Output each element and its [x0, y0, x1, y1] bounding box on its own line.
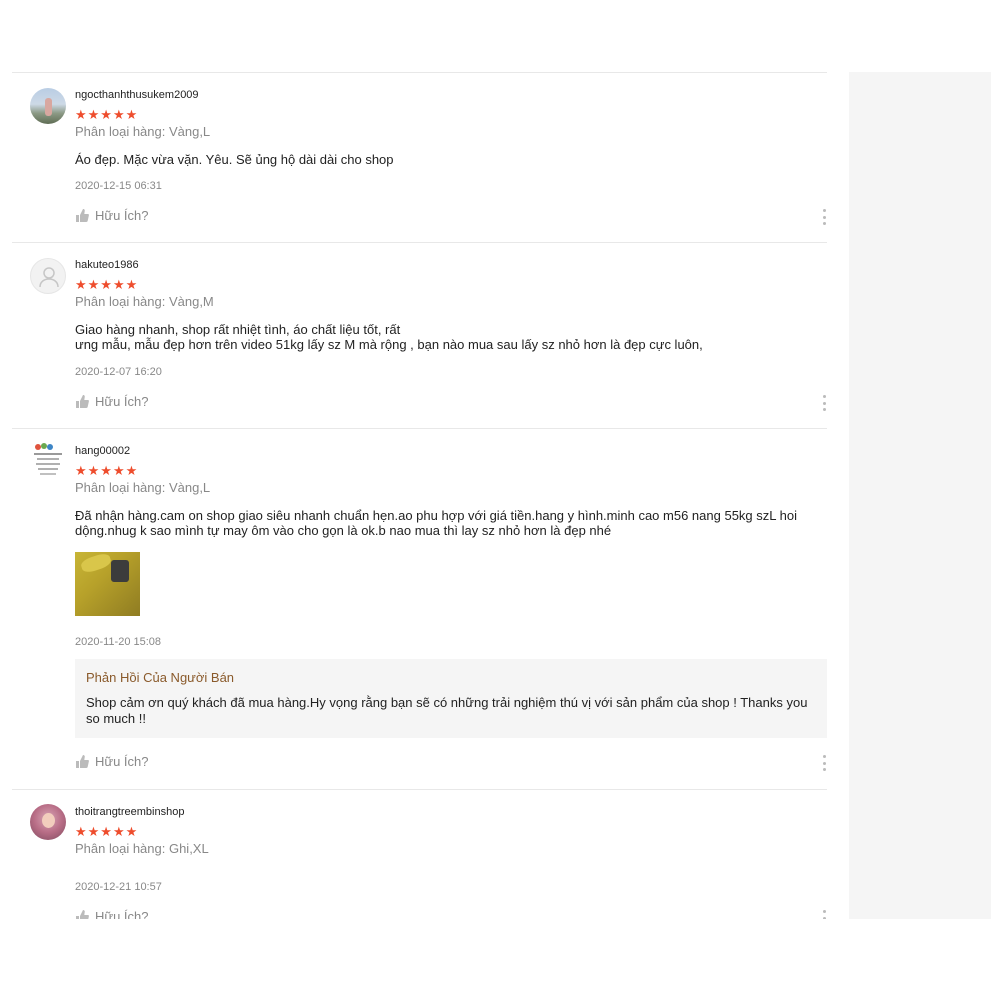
- side-panel: [849, 72, 991, 919]
- rating-stars: ★★★★★: [75, 824, 139, 839]
- seller-reply: Phản Hồi Của Người Bán Shop cảm ơn quý k…: [75, 659, 827, 738]
- helpful-label: Hữu Ích?: [95, 909, 149, 919]
- review-time: 2020-12-15 06:31: [75, 180, 162, 192]
- shop-logo-icon: [34, 443, 62, 475]
- thumbs-up-icon: [76, 755, 89, 768]
- review-username[interactable]: ngocthanhthusukem2009: [75, 89, 199, 101]
- more-vertical-icon[interactable]: [821, 395, 827, 411]
- thumbs-up-icon: [76, 910, 89, 919]
- helpful-label: Hữu Ích?: [95, 754, 149, 769]
- helpful-button[interactable]: Hữu Ích?: [75, 208, 149, 223]
- rating-stars: ★★★★★: [75, 277, 139, 292]
- helpful-button[interactable]: Hữu Ích?: [75, 909, 149, 919]
- rating-stars: ★★★★★: [75, 463, 139, 478]
- helpful-label: Hữu Ích?: [95, 208, 149, 223]
- thumbs-up-icon: [76, 395, 89, 408]
- reviews-panel: ngocthanhthusukem2009 ★★★★★ Phân loại hà…: [0, 0, 848, 919]
- avatar[interactable]: [30, 442, 66, 478]
- avatar[interactable]: [30, 804, 66, 840]
- review-time: 2020-12-21 10:57: [75, 881, 162, 893]
- rating-stars: ★★★★★: [75, 107, 139, 122]
- review-time: 2020-12-07 16:20: [75, 366, 162, 378]
- more-vertical-icon[interactable]: [821, 910, 827, 919]
- review-item: hang00002 ★★★★★ Phân loại hàng: Vàng,L Đ…: [12, 429, 827, 790]
- seller-reply-text: Shop cảm ơn quý khách đã mua hàng.Hy vọn…: [86, 695, 808, 726]
- avatar[interactable]: [30, 258, 66, 294]
- avatar[interactable]: [30, 88, 66, 124]
- review-item: thoitrangtreembinshop ★★★★★ Phân loại hà…: [12, 790, 827, 919]
- product-variation: Phân loại hàng: Vàng,M: [75, 294, 214, 309]
- review-comment: Giao hàng nhanh, shop rất nhiệt tình, áo…: [75, 322, 703, 352]
- review-comment: Áo đẹp. Mặc vừa vặn. Yêu. Sẽ ủng hộ dài …: [75, 152, 394, 167]
- review-username[interactable]: hakuteo1986: [75, 259, 139, 271]
- thumbs-up-icon: [76, 209, 89, 222]
- more-vertical-icon[interactable]: [821, 755, 827, 771]
- product-variation: Phân loại hàng: Vàng,L: [75, 480, 211, 495]
- review-comment: Đã nhận hàng.cam on shop giao siêu nhanh…: [75, 508, 797, 538]
- helpful-button[interactable]: Hữu Ích?: [75, 394, 149, 409]
- review-time: 2020-11-20 15:08: [75, 636, 162, 648]
- product-variation: Phân loại hàng: Vàng,L: [75, 124, 211, 139]
- review-username[interactable]: hang00002: [75, 445, 130, 457]
- seller-reply-title: Phản Hồi Của Người Bán: [86, 670, 235, 685]
- user-icon: [39, 267, 59, 288]
- helpful-button[interactable]: Hữu Ích?: [75, 754, 149, 769]
- more-vertical-icon[interactable]: [821, 209, 827, 225]
- review-item: hakuteo1986 ★★★★★ Phân loại hàng: Vàng,M…: [12, 243, 827, 429]
- helpful-label: Hữu Ích?: [95, 394, 149, 409]
- review-username[interactable]: thoitrangtreembinshop: [75, 806, 184, 818]
- review-item: ngocthanhthusukem2009 ★★★★★ Phân loại hà…: [12, 73, 827, 243]
- review-photo[interactable]: [75, 552, 140, 616]
- product-variation: Phân loại hàng: Ghi,XL: [75, 841, 209, 856]
